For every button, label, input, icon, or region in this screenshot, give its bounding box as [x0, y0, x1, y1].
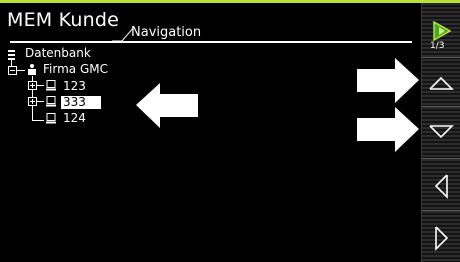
arrow-up-icon[interactable]	[428, 75, 454, 91]
arrow-left-pointer-icon	[136, 83, 198, 128]
expand-toggle-icon[interactable]	[28, 81, 37, 90]
arrow-down-icon[interactable]	[428, 124, 454, 140]
page-subtitle: Navigation	[131, 25, 202, 40]
device-icon	[46, 113, 56, 124]
sidebar-divider	[422, 106, 460, 107]
play-next-icon[interactable]	[432, 21, 452, 41]
database-icon	[8, 50, 15, 60]
tree-line	[37, 101, 44, 102]
tree-line	[32, 120, 44, 121]
arrow-left-icon[interactable]	[433, 173, 449, 199]
device-icon	[46, 96, 56, 107]
softkey-sidebar: 1/3	[421, 3, 460, 262]
sidebar-divider	[422, 57, 460, 58]
tree-node-item[interactable]: 124	[63, 112, 86, 125]
header-accent-line	[0, 0, 460, 3]
page-title: MEM Kunde	[7, 9, 119, 31]
tree-node-item[interactable]: 123	[63, 80, 86, 93]
tree-line	[37, 85, 44, 86]
header-underline	[10, 41, 412, 43]
sidebar-divider	[422, 158, 460, 159]
page-indicator: 1/3	[430, 41, 445, 51]
tree-node-root[interactable]: Datenbank	[25, 47, 91, 60]
expand-toggle-icon[interactable]	[28, 97, 37, 106]
collapse-toggle-icon[interactable]	[8, 66, 17, 75]
arrow-right-icon[interactable]	[434, 225, 450, 251]
tree-node-customer[interactable]: Firma GMC	[43, 63, 108, 76]
arrow-right-pointer-icon	[357, 58, 419, 103]
tree-line	[17, 70, 25, 71]
tree-node-item-selected[interactable]: 333	[61, 96, 101, 109]
device-icon	[46, 80, 56, 91]
arrow-right-pointer-icon	[357, 107, 419, 152]
sidebar-divider	[422, 210, 460, 211]
person-icon	[28, 64, 36, 75]
